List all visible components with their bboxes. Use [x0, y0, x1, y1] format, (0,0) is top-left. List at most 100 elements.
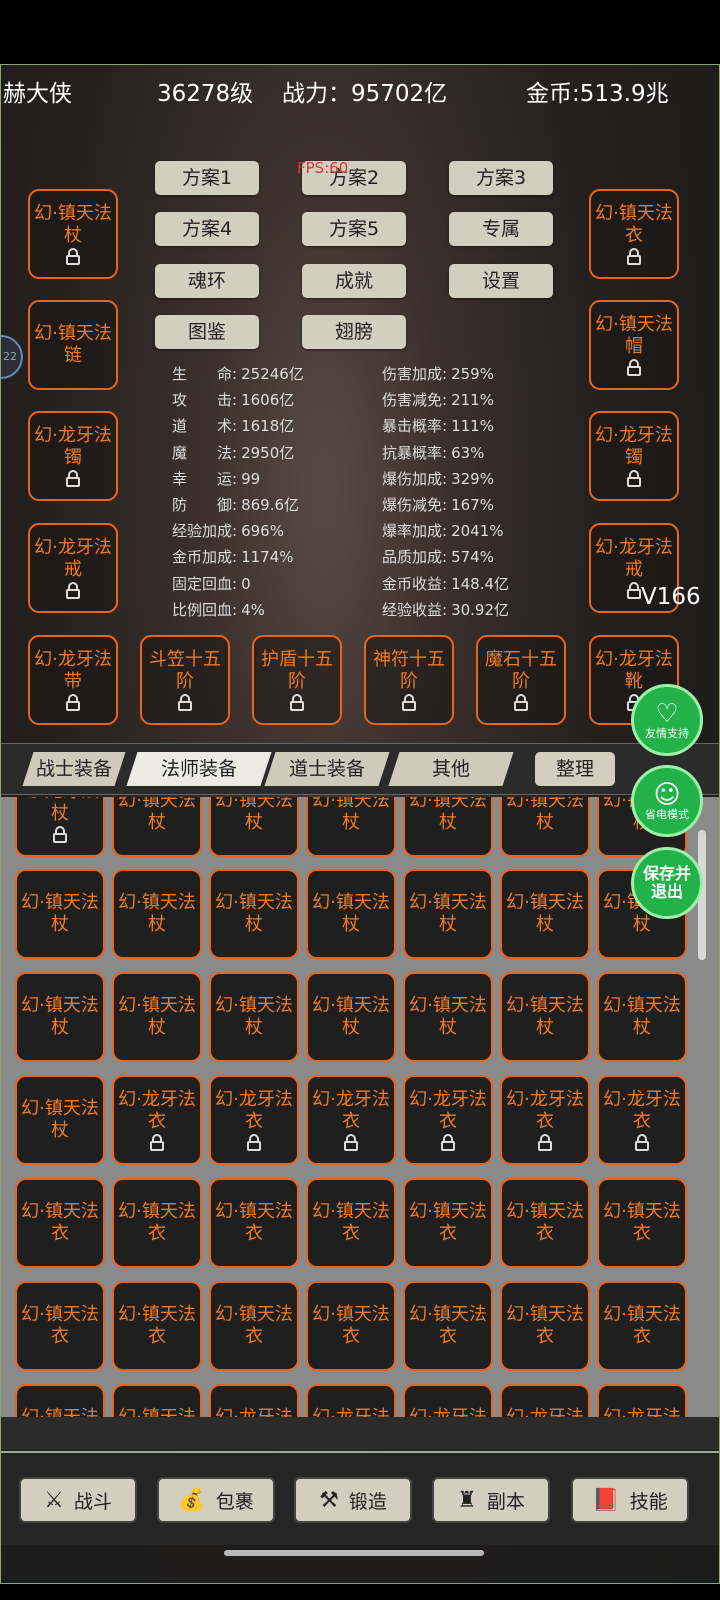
item-name: 幻·镇天法衣 [21, 1304, 99, 1347]
inventory-item[interactable]: 幻·镇天法杖 [403, 869, 493, 959]
inventory-item[interactable]: 幻·镇天法衣 [500, 1178, 590, 1268]
equip-slot-special[interactable]: 魔石十五阶 [476, 635, 566, 725]
equipment-tabs: 战士装备 法师装备 道士装备 其他 整理 [1, 743, 719, 795]
inventory-item[interactable]: 幻·镇天法衣 [15, 1281, 105, 1371]
inventory-item[interactable]: 幻·镇天法杖 [209, 869, 299, 959]
inventory-item[interactable]: 幻·龙牙法衣 [403, 1075, 493, 1165]
tab-other[interactable]: 其他 [388, 752, 514, 786]
inventory-item[interactable]: 幻·龙牙法衣 [209, 1384, 299, 1417]
lock-icon [53, 826, 67, 843]
inventory-item[interactable]: 幻·镇天法衣 [209, 1281, 299, 1371]
inventory-item[interactable]: 幻·镇天法杖 [15, 972, 105, 1062]
inventory-item[interactable]: 幻·镇天法杖 [403, 972, 493, 1062]
inventory-item[interactable]: 幻·镇天法杖 [403, 797, 493, 857]
heart-icon: ♡ [655, 698, 679, 729]
inventory-item[interactable]: 幻·镇天法杖 [500, 972, 590, 1062]
nav-hammer[interactable]: ⚒ 锻造 [294, 1477, 412, 1523]
plan-button[interactable]: 魂环 [155, 264, 259, 298]
save-exit-button[interactable]: 保存并退出 [631, 847, 703, 919]
plan-button[interactable]: 方案5 [302, 212, 406, 246]
equip-slot-left[interactable]: 幻·镇天法杖 [28, 189, 118, 279]
stat-row: 幸 运: 99 [172, 468, 260, 489]
inventory-item[interactable]: 幻·镇天法衣 [306, 1281, 396, 1371]
inventory-item[interactable]: 幻·镇天法杖 [500, 869, 590, 959]
inventory-item[interactable]: 幻·镇天法杖 [15, 869, 105, 959]
inventory-item[interactable]: 幻·镇天法杖 [306, 797, 396, 857]
inventory-item[interactable]: 幻·龙牙法衣 [209, 1075, 299, 1165]
lock-icon [344, 1134, 358, 1151]
nav-book[interactable]: 📕 技能 [571, 1477, 689, 1523]
home-indicator[interactable] [224, 1550, 484, 1556]
nav-swords[interactable]: ⚔ 战斗 [19, 1477, 137, 1523]
item-name: 幻·镇天法衣 [506, 1304, 584, 1347]
equip-slot-belt[interactable]: 幻·龙牙法带 [28, 635, 118, 725]
inventory-item[interactable]: 幻·龙牙法衣 [597, 1075, 687, 1165]
inventory-grid[interactable]: 幻·龙牙法杖幻·镇天法杖幻·镇天法杖幻·镇天法杖幻·镇天法杖幻·镇天法杖幻·镇天… [1, 797, 719, 1417]
inventory-item[interactable]: 幻·镇天法衣 [306, 1178, 396, 1268]
equip-slot-special[interactable]: 斗笠十五阶 [140, 635, 230, 725]
inventory-item[interactable]: 幻·镇天法衣 [112, 1384, 202, 1417]
inventory-item[interactable]: 幻·镇天法衣 [15, 1178, 105, 1268]
sort-button[interactable]: 整理 [535, 752, 615, 786]
inventory-item[interactable]: 幻·镇天法衣 [500, 1281, 590, 1371]
tab-mage[interactable]: 法师装备 [126, 752, 272, 786]
inventory-item[interactable]: 幻·镇天法衣 [112, 1178, 202, 1268]
inventory-item[interactable]: 幻·镇天法杖 [112, 797, 202, 857]
inventory-item[interactable]: 幻·龙牙法衣 [306, 1075, 396, 1165]
inventory-item[interactable]: 幻·镇天法杖 [306, 869, 396, 959]
inventory-item[interactable]: 幻·镇天法杖 [500, 797, 590, 857]
plan-button[interactable]: 成就 [302, 264, 406, 298]
plan-button[interactable]: 设置 [449, 264, 553, 298]
plan-button[interactable]: 方案4 [155, 212, 259, 246]
inventory-item[interactable]: 幻·龙牙法衣 [597, 1384, 687, 1417]
inventory-item[interactable]: 幻·镇天法衣 [15, 1384, 105, 1417]
inventory-item[interactable]: 幻·镇天法衣 [403, 1281, 493, 1371]
inventory-item[interactable]: 幻·镇天法杖 [306, 972, 396, 1062]
inventory-item[interactable]: 幻·镇天法衣 [112, 1281, 202, 1371]
inventory-item[interactable]: 幻·镇天法衣 [209, 1178, 299, 1268]
equip-slot-right[interactable]: 幻·镇天法帽 [589, 300, 679, 390]
plan-button[interactable]: 方案1 [155, 161, 259, 195]
power-save-button[interactable]: ☺ 省电模式 [631, 765, 703, 837]
stat-value: 259% [451, 365, 494, 383]
inventory-item[interactable]: 幻·镇天法衣 [403, 1178, 493, 1268]
item-name: 幻·镇天法杖 [21, 1098, 99, 1141]
equip-slot-special[interactable]: 神符十五阶 [364, 635, 454, 725]
inventory-item[interactable]: 幻·镇天法杖 [209, 797, 299, 857]
tab-warrior[interactable]: 战士装备 [22, 752, 126, 786]
support-button[interactable]: ♡ 友情支持 [631, 684, 703, 756]
stat-label: 爆伤减免: [382, 496, 448, 514]
stat-label: 爆率加成: [382, 522, 448, 541]
lock-icon [66, 470, 80, 487]
inventory-item[interactable]: 幻·镇天法杖 [597, 972, 687, 1062]
inventory-item[interactable]: 幻·龙牙法衣 [500, 1075, 590, 1165]
inventory-item[interactable]: 幻·镇天法杖 [112, 972, 202, 1062]
floating-bubble[interactable]: 22 [1, 335, 23, 379]
equip-slot-special[interactable]: 护盾十五阶 [252, 635, 342, 725]
nav-label: 副本 [486, 1490, 525, 1513]
nav-tower[interactable]: ♜ 副本 [432, 1477, 550, 1523]
equip-slot-right[interactable]: 幻·镇天法衣 [589, 189, 679, 279]
inventory-item[interactable]: 幻·镇天法杖 [209, 972, 299, 1062]
equip-slot-left[interactable]: 幻·龙牙法戒 [28, 523, 118, 613]
plan-button[interactable]: 方案3 [449, 161, 553, 195]
plan-button[interactable]: 图鉴 [155, 315, 259, 349]
plan-button[interactable]: 专属 [449, 212, 553, 246]
inventory-item[interactable]: 幻·镇天法衣 [597, 1281, 687, 1371]
item-name: 幻·镇天法衣 [21, 1201, 99, 1244]
inventory-item[interactable]: 幻·龙牙法衣 [500, 1384, 590, 1417]
plan-button[interactable]: 翅膀 [302, 315, 406, 349]
stat-value: 1606亿 [241, 391, 295, 410]
inventory-item[interactable]: 幻·龙牙法衣 [403, 1384, 493, 1417]
tab-taoist[interactable]: 道士装备 [264, 752, 390, 786]
inventory-item[interactable]: 幻·镇天法杖 [15, 1075, 105, 1165]
inventory-item[interactable]: 幻·镇天法衣 [597, 1178, 687, 1268]
nav-bag[interactable]: 💰 包裹 [157, 1477, 275, 1523]
inventory-item[interactable]: 幻·龙牙法衣 [306, 1384, 396, 1417]
inventory-item[interactable]: 幻·镇天法杖 [112, 869, 202, 959]
equip-slot-right[interactable]: 幻·龙牙法镯 [589, 411, 679, 501]
equip-slot-left[interactable]: 幻·龙牙法镯 [28, 411, 118, 501]
inventory-item[interactable]: 幻·龙牙法杖 [15, 797, 105, 857]
inventory-item[interactable]: 幻·龙牙法衣 [112, 1075, 202, 1165]
equip-slot-left[interactable]: 幻·镇天法链 [28, 300, 118, 390]
